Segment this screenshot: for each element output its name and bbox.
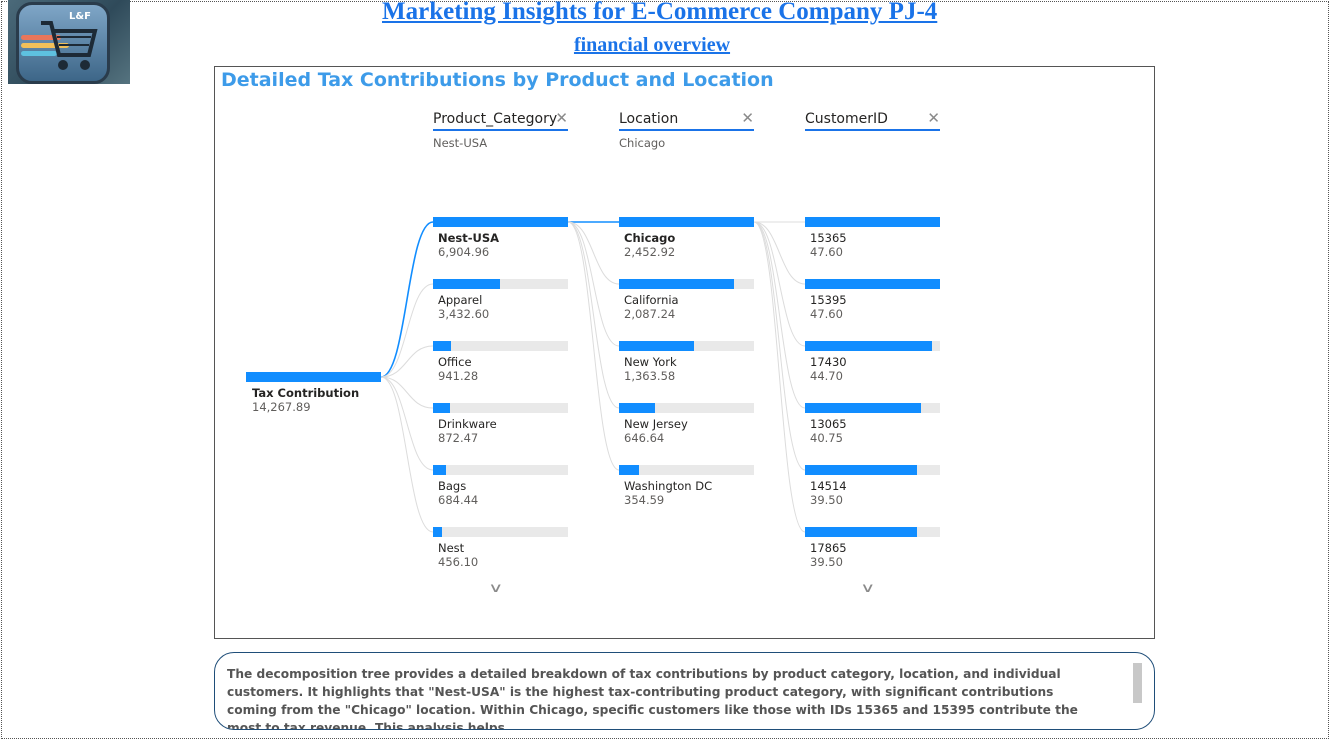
node-bar-0-4[interactable] — [433, 465, 568, 475]
node-bar-2-3-fill — [805, 403, 921, 413]
node-bar-1-2[interactable] — [619, 341, 754, 351]
connector — [753, 221, 806, 471]
node-bar-1-3[interactable] — [619, 403, 754, 413]
close-icon[interactable]: ✕ — [555, 109, 568, 127]
node-bar-2-5-fill — [805, 527, 917, 537]
node-bar-0-5-fill — [433, 527, 442, 537]
node-value: 2,452.92 — [624, 245, 676, 259]
connector — [753, 221, 806, 533]
node-label[interactable]: Bags — [438, 479, 466, 493]
connector — [567, 221, 620, 409]
node-label[interactable]: New York — [624, 355, 677, 369]
node-value: 39.50 — [810, 493, 843, 507]
node-label[interactable]: Office — [438, 355, 472, 369]
node-bar-1-1-fill — [619, 279, 734, 289]
node-value: 872.47 — [438, 431, 479, 445]
node-label[interactable]: California — [624, 293, 679, 307]
node-label[interactable]: 17865 — [810, 541, 847, 555]
node-bar-1-0-fill — [619, 217, 754, 227]
node-label[interactable]: Washington DC — [624, 479, 712, 493]
node-value: 40.75 — [810, 431, 843, 445]
node-value: 44.70 — [810, 369, 843, 383]
node-bar-2-2-fill — [805, 341, 932, 351]
node-value: 941.28 — [438, 369, 479, 383]
node-bar-0-4-fill — [433, 465, 446, 475]
node-bar-2-4[interactable] — [805, 465, 940, 475]
node-label[interactable]: 15395 — [810, 293, 847, 307]
textbox-scrollbar[interactable] — [1133, 663, 1142, 703]
node-bar-2-3[interactable] — [805, 403, 940, 413]
node-label[interactable]: 17430 — [810, 355, 847, 369]
level-filter-1: Chicago — [619, 136, 666, 150]
node-bar-1-4-fill — [619, 465, 639, 475]
connector — [380, 376, 434, 533]
insight-textbox: The decomposition tree provides a detail… — [214, 652, 1155, 730]
node-value: 354.59 — [624, 493, 665, 507]
node-bar-2-0[interactable] — [805, 217, 940, 227]
node-label[interactable]: 13065 — [810, 417, 847, 431]
level-header-1[interactable]: Location ✕ — [619, 109, 754, 131]
node-label[interactable]: 15365 — [810, 231, 847, 245]
node-bar-2-2[interactable] — [805, 341, 940, 351]
node-bar-0-2-fill — [433, 341, 451, 351]
node-bar-0-0[interactable] — [433, 217, 568, 227]
node-value: 47.60 — [810, 245, 843, 259]
node-bar-2-4-fill — [805, 465, 917, 475]
node-value: 39.50 — [810, 555, 843, 569]
root-bar[interactable] — [246, 372, 381, 382]
node-value: 47.60 — [810, 307, 843, 321]
node-bar-0-2[interactable] — [433, 341, 568, 351]
node-label[interactable]: Drinkware — [438, 417, 497, 431]
node-bar-2-0-fill — [805, 217, 940, 227]
node-bar-1-1[interactable] — [619, 279, 754, 289]
level-name: Location — [619, 111, 679, 127]
root-value: 14,267.89 — [252, 400, 311, 414]
level-header-2[interactable]: CustomerID ✕ — [805, 109, 940, 131]
node-bar-0-3[interactable] — [433, 403, 568, 413]
node-value: 3,432.60 — [438, 307, 490, 321]
connector — [753, 221, 806, 347]
node-bar-2-1[interactable] — [805, 279, 940, 289]
node-bar-2-1-fill — [805, 279, 940, 289]
level-name: Product_Category — [433, 111, 558, 127]
level-name: CustomerID — [805, 111, 888, 127]
node-bar-1-0[interactable] — [619, 217, 754, 227]
node-bar-1-2-fill — [619, 341, 694, 351]
node-label[interactable]: New Jersey — [624, 417, 688, 431]
insight-text: The decomposition tree provides a detail… — [227, 667, 1078, 730]
level-filter-0: Nest-USA — [433, 136, 488, 150]
node-bar-1-3-fill — [619, 403, 655, 413]
level-header-0[interactable]: Product_Category ✕ — [433, 109, 568, 131]
active-connector — [380, 221, 434, 378]
node-bar-2-5[interactable] — [805, 527, 940, 537]
close-icon[interactable]: ✕ — [927, 109, 940, 127]
node-bar-0-1-fill — [433, 279, 500, 289]
node-value: 1,363.58 — [624, 369, 676, 383]
node-value: 2,087.24 — [624, 307, 676, 321]
node-label[interactable]: Nest-USA — [438, 231, 499, 245]
node-label[interactable]: Chicago — [624, 231, 675, 245]
node-bar-0-0-fill — [433, 217, 568, 227]
node-value: 684.44 — [438, 493, 479, 507]
node-value: 646.64 — [624, 431, 665, 445]
node-bar-0-1[interactable] — [433, 279, 568, 289]
connector — [567, 221, 620, 347]
node-bar-0-3-fill — [433, 403, 450, 413]
node-value: 6,904.96 — [438, 245, 490, 259]
connector — [567, 221, 620, 471]
root-bar-fill — [246, 372, 381, 382]
node-value: 456.10 — [438, 555, 479, 569]
close-icon[interactable]: ✕ — [741, 109, 754, 127]
chevron-down-icon[interactable]: ∨ — [860, 581, 875, 596]
node-label[interactable]: 14514 — [810, 479, 847, 493]
node-label[interactable]: Nest — [438, 541, 464, 555]
node-bar-1-4[interactable] — [619, 465, 754, 475]
node-bar-0-5[interactable] — [433, 527, 568, 537]
chevron-down-icon[interactable]: ∨ — [488, 581, 503, 596]
root-label: Tax Contribution — [252, 386, 360, 400]
node-label[interactable]: Apparel — [438, 293, 482, 307]
